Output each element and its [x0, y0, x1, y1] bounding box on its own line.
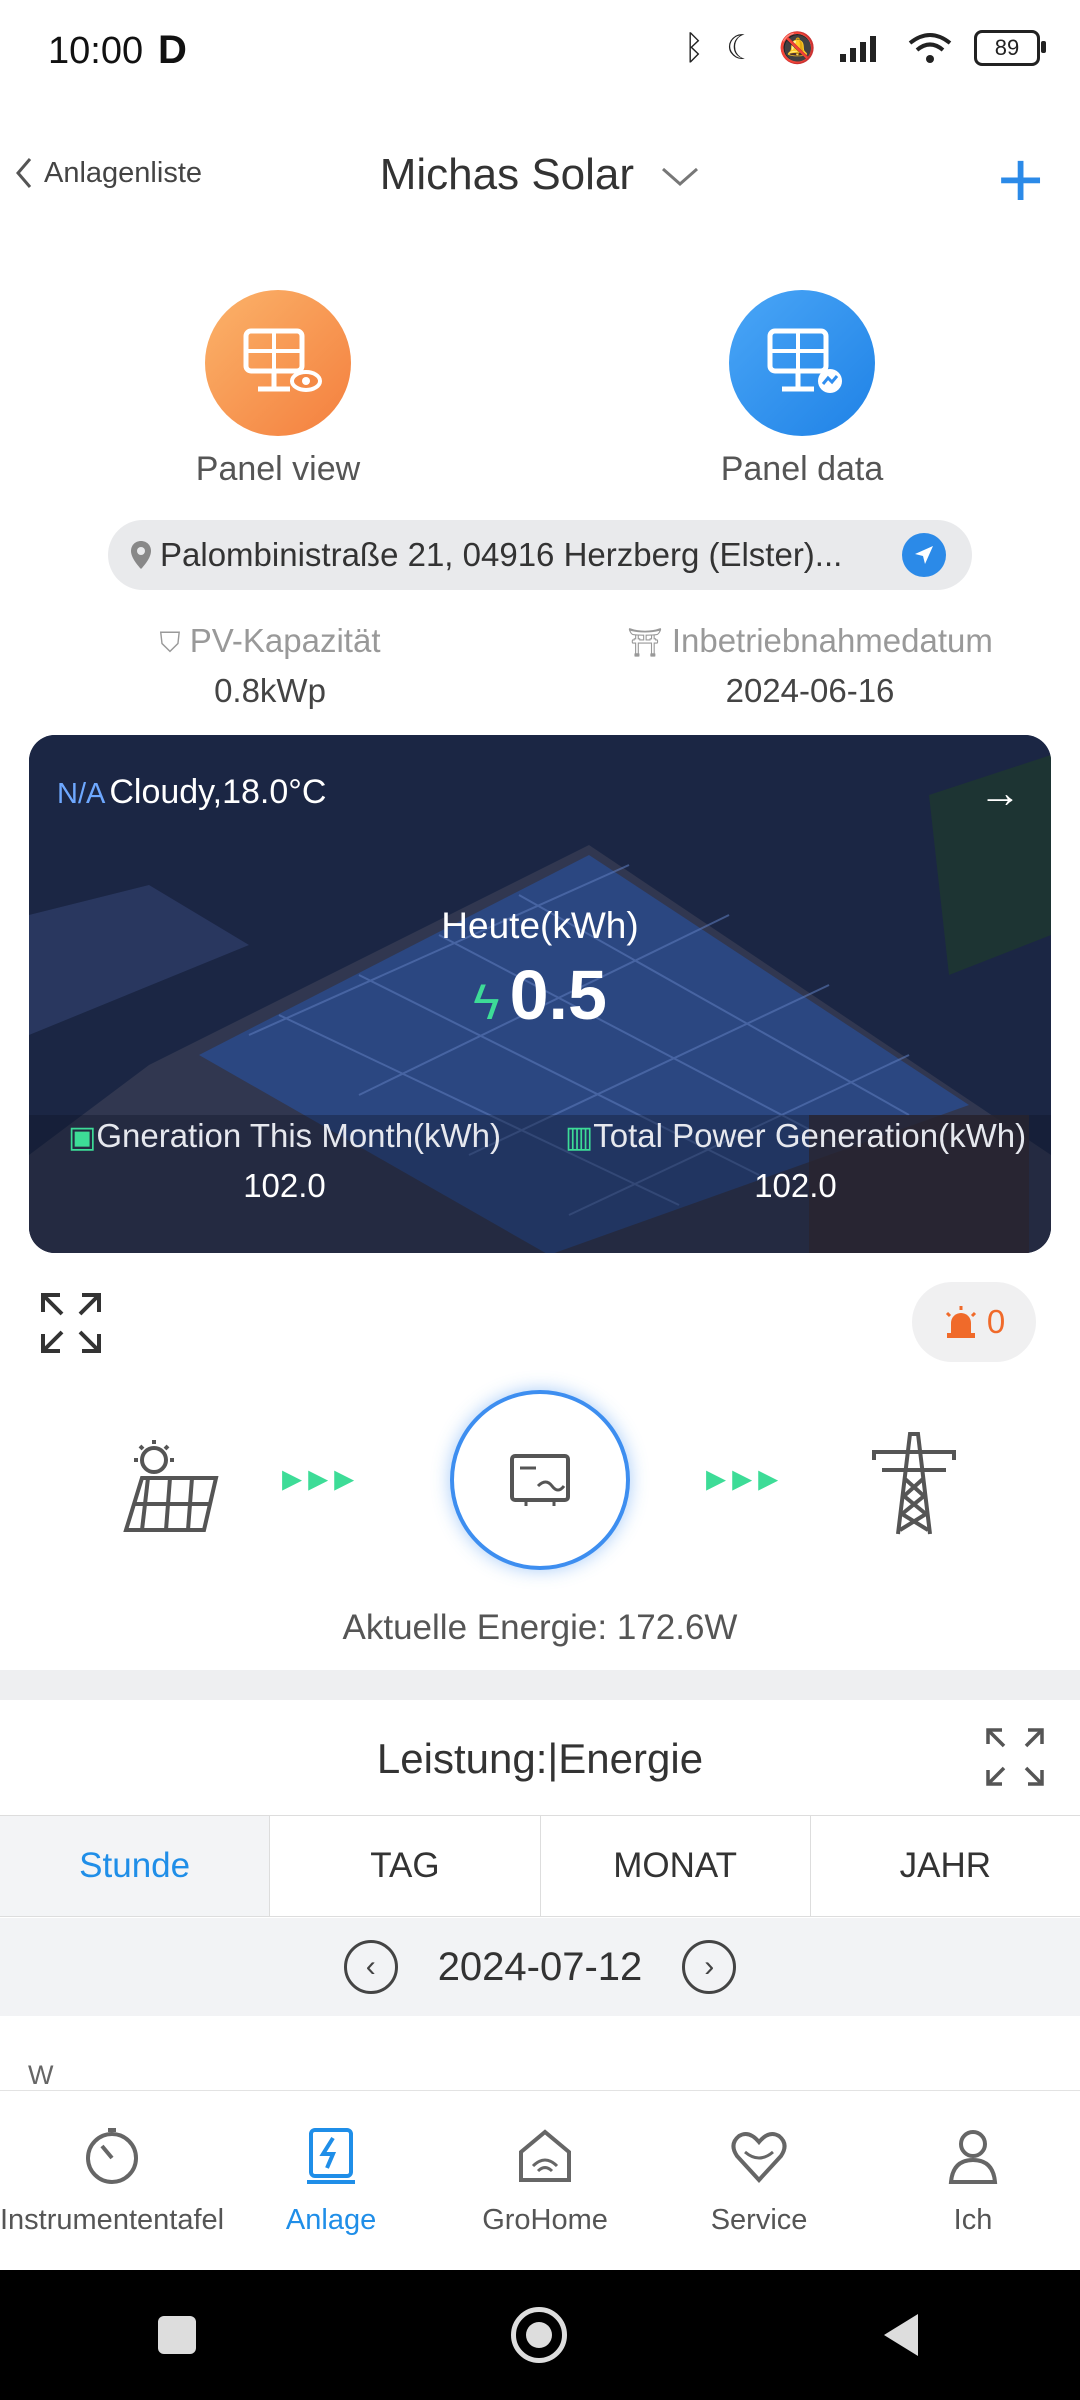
generation-card[interactable]: N/A Cloudy,18.0°C → Heute(kWh) ϟ 0.5 ▣Gner…: [29, 735, 1051, 1253]
bottom-navigation: Instrumententafel Anlage GroHome Service…: [0, 2090, 1080, 2271]
total-generation: ▥Total Power Generation(kWh) 102.0: [540, 1117, 1051, 1205]
alarm-button[interactable]: 0: [912, 1282, 1036, 1362]
month-generation: ▣Gneration This Month(kWh) 102.0: [29, 1117, 540, 1205]
alarm-count: 0: [986, 1303, 1006, 1340]
capacity-icon: ⛉: [159, 627, 181, 658]
panel-data-label: Panel data: [720, 450, 884, 488]
navigate-button[interactable]: [902, 533, 946, 577]
panel-view-icon: [205, 290, 351, 436]
home-button[interactable]: [510, 2307, 567, 2363]
nav-instrumententafel[interactable]: Instrumententafel: [0, 2091, 224, 2271]
today-value-row: ϟ 0.5: [29, 955, 1051, 1035]
date-selector: ‹ 2024-07-12 ›: [0, 1918, 1080, 2016]
chart-axis-unit: W: [28, 2060, 54, 2090]
nav-ich-label: Ich: [953, 2203, 993, 2236]
previous-date-button[interactable]: ‹: [343, 1940, 398, 1994]
panel-view-button[interactable]: Panel view: [148, 290, 408, 489]
back-triangle-icon[interactable]: [882, 2312, 922, 2358]
pv-capacity: ⛉ PV-Kapazität 0.8kWp: [0, 622, 540, 710]
alarm-siren-icon: [945, 1306, 976, 1338]
power-energy-title[interactable]: Leistung:|Energie: [0, 1735, 1080, 1783]
nav-grohome[interactable]: GroHome: [438, 2091, 652, 2271]
moon-icon: ☾: [726, 29, 757, 67]
pv-capacity-label: PV-Kapazität: [189, 622, 381, 659]
selected-date[interactable]: 2024-07-12: [438, 1945, 643, 1990]
wifi-icon: [908, 33, 952, 63]
panel-view-label: Panel view: [195, 450, 361, 488]
total-generation-value: 102.0: [754, 1167, 837, 1204]
weather-na: N/A: [57, 778, 106, 810]
system-nav-bar: [0, 2270, 1080, 2400]
nav-grohome-label: GroHome: [482, 2203, 608, 2236]
today-label: Heute(kWh): [441, 905, 639, 946]
next-date-button[interactable]: ›: [682, 1940, 737, 1994]
plant-selector[interactable]: Michas Solar: [0, 150, 1080, 200]
tab-stunde[interactable]: Stunde: [0, 1816, 270, 1916]
calendar-icon: ▣: [67, 1121, 97, 1154]
tab-tag[interactable]: TAG: [269, 1816, 539, 1916]
arrow-right-icon[interactable]: →: [979, 769, 1021, 817]
nav-anlage[interactable]: Anlage: [224, 2091, 438, 2271]
period-tabs: Stunde TAG MONAT JAHR: [0, 1815, 1080, 1917]
signal-icon: [840, 36, 876, 62]
plant-icon: [307, 2127, 356, 2184]
chevron-down-icon: [662, 167, 699, 187]
commissioning-date-value: 2024-06-16: [725, 672, 895, 709]
commissioning-date: ⛩ Inbetriebnahmedatum 2024-06-16: [540, 622, 1080, 710]
battery-icon: 89: [974, 30, 1046, 66]
person-icon: [948, 2129, 998, 2184]
total-generation-label: Total Power Generation(kWh): [593, 1117, 1027, 1154]
panel-data-icon: [729, 290, 875, 436]
bar-chart-icon: ▥: [564, 1121, 594, 1154]
plant-title: Michas Solar: [379, 150, 635, 199]
solar-panel-icon: [123, 1440, 219, 1532]
recents-button[interactable]: [157, 2316, 196, 2354]
inverter-button[interactable]: [450, 1390, 630, 1570]
grid-tower-icon: [872, 1432, 956, 1535]
status-icons: ᛒ ☾ 🔕 89: [683, 28, 1046, 68]
inverter-icon: [510, 1454, 570, 1506]
nav-service[interactable]: Service: [652, 2091, 866, 2271]
navigation-arrow-icon: [915, 546, 933, 564]
status-time: 10:00: [48, 30, 144, 72]
panel-data-button[interactable]: Panel data: [672, 290, 932, 489]
heart-icon: [731, 2131, 787, 2183]
nav-instrumententafel-label: Instrumententafel: [0, 2203, 225, 2236]
nav-service-label: Service: [710, 2203, 808, 2236]
fullscreen-icon[interactable]: [40, 1292, 102, 1354]
location-pin-icon: [131, 541, 151, 569]
weather-text: Cloudy,18.0°C: [109, 773, 327, 811]
month-generation-value: 102.0: [243, 1167, 326, 1204]
mute-icon: 🔕: [778, 31, 816, 65]
chart-fullscreen-icon[interactable]: [986, 1728, 1044, 1786]
section-divider: [0, 1670, 1080, 1700]
flow-arrows-left: ▸▸▸: [282, 1456, 361, 1500]
flow-arrows-right: ▸▸▸: [706, 1456, 785, 1500]
tower-icon: ⛩: [627, 627, 663, 658]
tab-jahr[interactable]: JAHR: [809, 1816, 1080, 1916]
nav-anlage-label: Anlage: [285, 2203, 377, 2236]
lightning-icon: ϟ: [473, 974, 500, 1030]
add-plant-button[interactable]: +: [997, 140, 1044, 220]
today-value: 0.5: [509, 956, 607, 1034]
weather-info: N/A Cloudy,18.0°C: [57, 773, 326, 812]
address-text: Palombinistraße 21, 04916 Herzberg (Elst…: [160, 536, 843, 573]
tab-monat[interactable]: MONAT: [539, 1816, 810, 1916]
current-energy: Aktuelle Energie: 172.6W: [342, 1608, 738, 1647]
month-generation-label: Gneration This Month(kWh): [96, 1117, 502, 1154]
address-bar[interactable]: Palombinistraße 21, 04916 Herzberg (Elst…: [108, 520, 972, 590]
status-bar: 10:00 D ᛒ ☾ 🔕 89: [0, 0, 1080, 110]
bluetooth-icon: ᛒ: [683, 28, 705, 67]
app-notification-icon: D: [158, 28, 187, 72]
gauge-icon: [86, 2127, 139, 2184]
commissioning-date-label: Inbetriebnahmedatum: [671, 622, 993, 659]
home-icon: [519, 2128, 572, 2182]
nav-ich[interactable]: Ich: [866, 2091, 1080, 2271]
pv-capacity-value: 0.8kWp: [214, 672, 326, 709]
